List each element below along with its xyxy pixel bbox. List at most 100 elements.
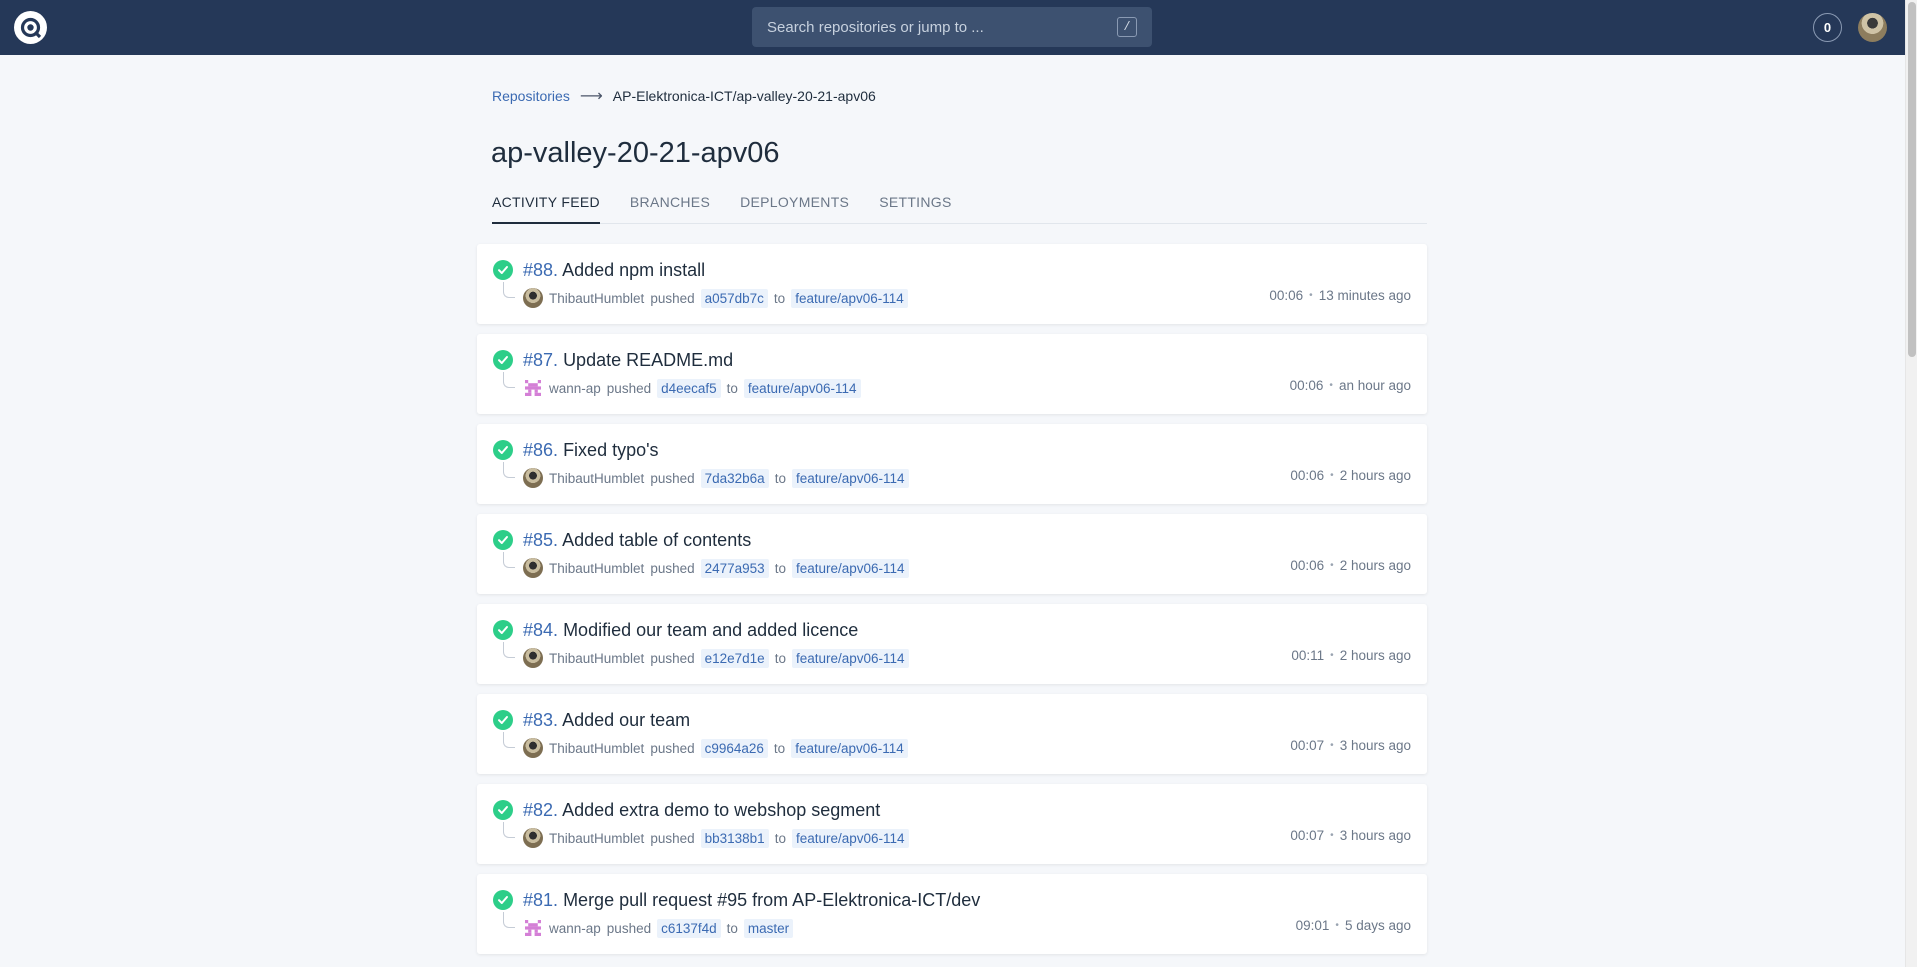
build-number: #82. [523,800,559,820]
to-text: to [774,830,786,846]
build-card[interactable]: #88. Added npm install ThibautHumblet pu… [477,244,1427,324]
build-title: #85. Added table of contents [523,530,751,551]
build-number: #88. [523,260,559,280]
build-card[interactable]: #84. Modified our team and added licence… [477,604,1427,684]
user-avatar[interactable] [1858,13,1887,42]
drone-logo-icon[interactable] [14,11,47,44]
build-time-ago: 5 days ago [1344,918,1411,933]
branch-link[interactable]: feature/apv06-114 [791,558,909,578]
separator-dot: • [1330,740,1334,751]
branch-link[interactable]: feature/apv06-114 [791,648,909,668]
action-text: pushed [606,380,652,396]
build-card[interactable]: #87. Update README.md wann-ap pushed d4e… [477,334,1427,414]
build-meta: wann-ap pushed d4eecaf5 to feature/apv06… [523,378,861,398]
branch-link[interactable]: master [743,918,794,938]
commit-hash-link[interactable]: 7da32b6a [700,468,769,488]
build-meta: ThibautHumblet pushed bb3138b1 to featur… [523,828,909,848]
to-text: to [726,920,738,936]
build-title: #88. Added npm install [523,260,705,281]
build-number: #81. [523,890,559,910]
build-card[interactable]: #82. Added extra demo to webshop segment… [477,784,1427,864]
separator-dot: • [1330,830,1334,841]
tree-connector [503,462,515,478]
to-text: to [774,470,786,486]
breadcrumb-current: AP-Elektronica-ICT/ap-valley-20-21-apv06 [612,88,876,104]
build-duration: 00:06 [1290,468,1325,483]
build-card[interactable]: #81. Merge pull request #95 from AP-Elek… [477,874,1427,954]
breadcrumb-repositories-link[interactable]: Repositories [492,88,570,104]
build-title: #81. Merge pull request #95 from AP-Elek… [523,890,980,911]
to-text: to [773,740,786,756]
build-timing: 09:01 • 5 days ago [1296,918,1411,933]
author-avatar [523,648,543,668]
commit-hash-link[interactable]: bb3138b1 [700,828,769,848]
build-card[interactable]: #86. Fixed typo's ThibautHumblet pushed … [477,424,1427,504]
build-number: #85. [523,530,559,550]
branch-link[interactable]: feature/apv06-114 [743,378,861,398]
tab-bar: ACTIVITY FEED BRANCHES DEPLOYMENTS SETTI… [492,190,1427,224]
build-timing: 00:06 • 2 hours ago [1290,468,1411,483]
build-time-ago: 13 minutes ago [1318,288,1411,303]
separator-dot: • [1330,560,1334,571]
commit-message: Added table of contents [562,530,752,550]
build-meta: ThibautHumblet pushed a057db7c to featur… [523,288,908,308]
commit-hash-link[interactable]: e12e7d1e [700,648,769,668]
build-card[interactable]: #83. Added our team ThibautHumblet pushe… [477,694,1427,774]
search-box[interactable]: / [752,7,1152,47]
tree-connector [503,282,515,298]
build-timing: 00:07 • 3 hours ago [1290,738,1411,753]
tab-deployments[interactable]: DEPLOYMENTS [740,190,849,224]
tree-connector [503,642,515,658]
activity-feed: #88. Added npm install ThibautHumblet pu… [477,244,1427,964]
author-name: ThibautHumblet [549,290,645,306]
branch-link[interactable]: feature/apv06-114 [791,288,908,308]
branch-link[interactable]: feature/apv06-114 [791,828,909,848]
build-counter-badge[interactable]: 0 [1813,13,1842,42]
branch-link[interactable]: feature/apv06-114 [791,738,908,758]
search-input[interactable] [767,18,1117,36]
to-text: to [773,290,786,306]
identicon-avatar [523,378,543,398]
build-title: #84. Modified our team and added licence [523,620,858,641]
author-avatar [523,288,543,308]
commit-hash-link[interactable]: c9964a26 [700,738,768,758]
build-card[interactable]: #85. Added table of contents ThibautHumb… [477,514,1427,594]
commit-message: Modified our team and added licence [563,620,859,640]
build-title: #82. Added extra demo to webshop segment [523,800,880,821]
action-text: pushed [650,740,695,756]
build-time-ago: 2 hours ago [1339,648,1411,663]
tree-connector [503,732,515,748]
action-text: pushed [606,920,652,936]
author-name: wann-ap [549,920,601,936]
author-name: wann-ap [549,380,601,396]
author-avatar [523,828,543,848]
top-navigation-bar: / 0 [0,0,1905,55]
build-timing: 00:06 • an hour ago [1290,378,1411,393]
action-text: pushed [650,650,695,666]
tree-connector [503,912,515,928]
build-number: #87. [523,350,559,370]
tab-activity-feed[interactable]: ACTIVITY FEED [492,190,600,224]
build-time-ago: 3 hours ago [1339,738,1411,753]
page-scrollbar[interactable] [1905,0,1917,967]
build-time-ago: 2 hours ago [1339,468,1411,483]
build-meta: ThibautHumblet pushed 7da32b6a to featur… [523,468,909,488]
commit-hash-link[interactable]: c6137f4d [657,918,721,938]
author-avatar [523,468,543,488]
to-text: to [774,560,786,576]
commit-hash-link[interactable]: a057db7c [700,288,768,308]
success-check-icon [493,890,513,910]
tab-branches[interactable]: BRANCHES [630,190,710,224]
build-duration: 00:07 [1290,828,1325,843]
success-check-icon [493,800,513,820]
tab-settings[interactable]: SETTINGS [879,190,951,224]
tree-connector [503,372,515,388]
branch-link[interactable]: feature/apv06-114 [791,468,909,488]
commit-message: Added extra demo to webshop segment [562,800,881,820]
author-name: ThibautHumblet [549,740,645,756]
scrollbar-thumb[interactable] [1908,2,1916,357]
commit-hash-link[interactable]: d4eecaf5 [657,378,721,398]
build-time-ago: an hour ago [1338,378,1411,393]
commit-hash-link[interactable]: 2477a953 [700,558,769,578]
commit-message: Update README.md [563,350,734,370]
